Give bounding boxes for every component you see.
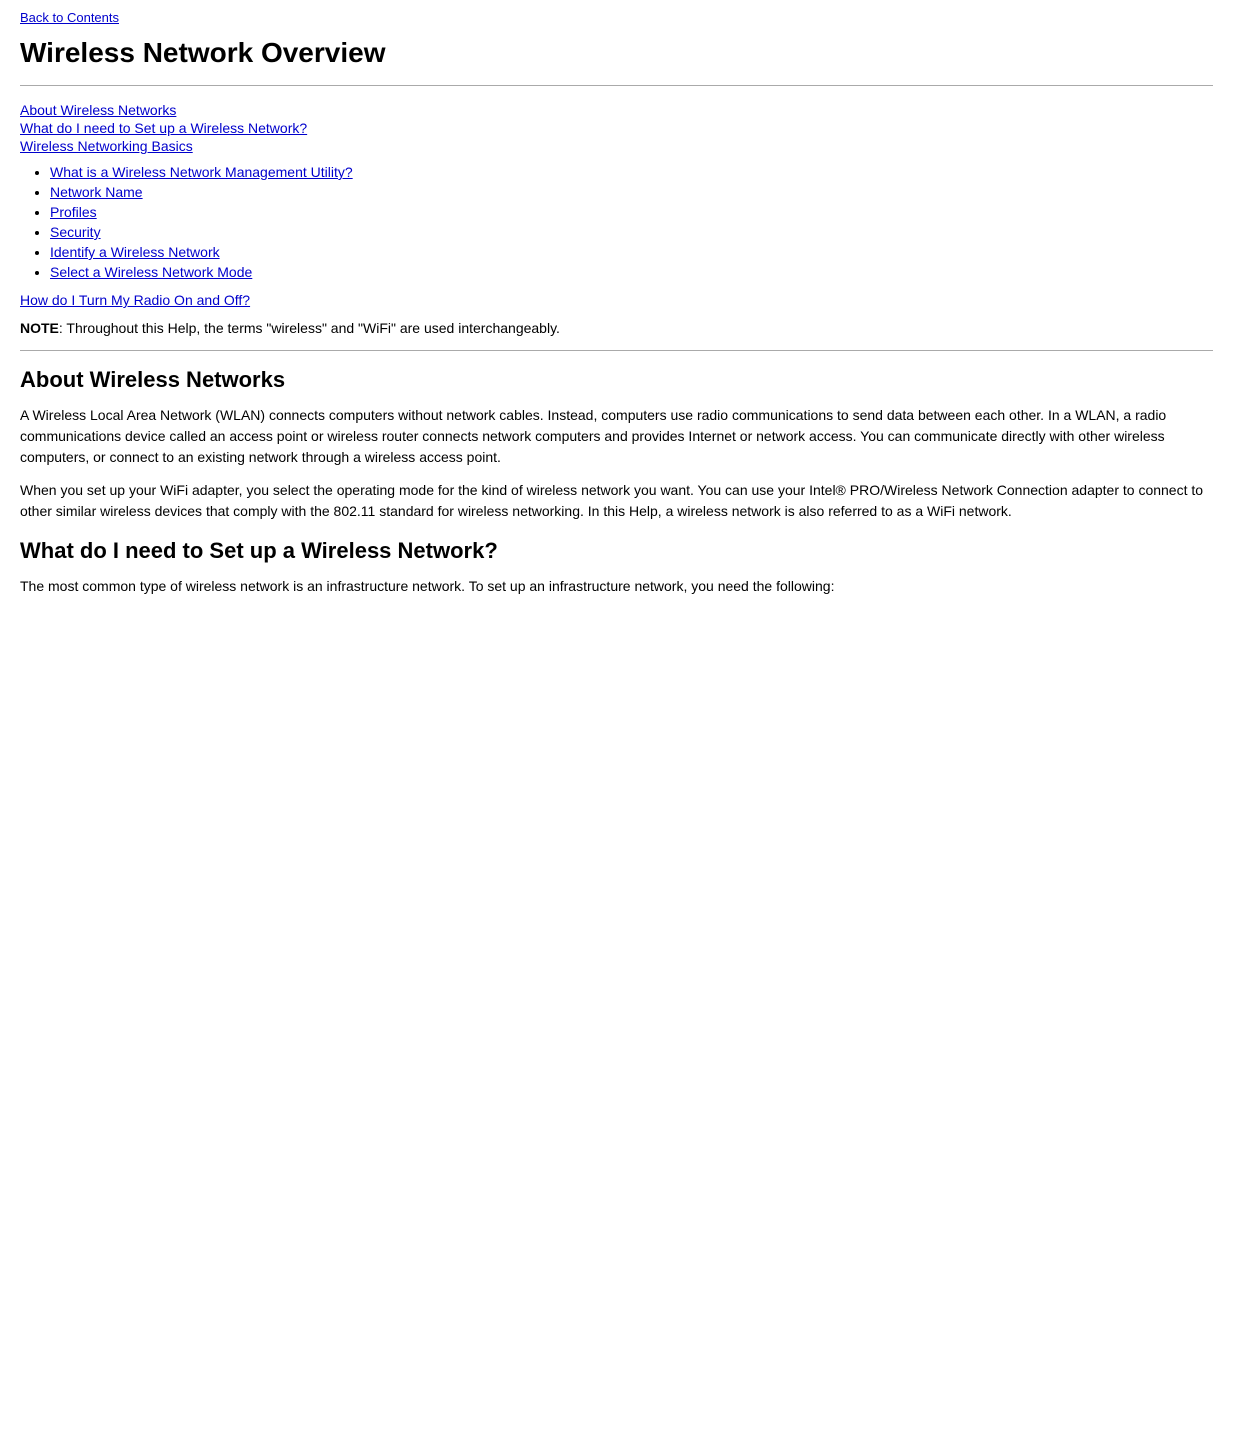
section-title-about: About Wireless Networks xyxy=(20,367,1213,393)
toc-link-about[interactable]: About Wireless Networks xyxy=(20,102,1213,118)
back-to-contents-link[interactable]: Back to Contents xyxy=(20,10,1213,25)
about-paragraph-1: A Wireless Local Area Network (WLAN) con… xyxy=(20,405,1213,468)
middle-divider xyxy=(20,350,1213,351)
setup-paragraph-1: The most common type of wireless network… xyxy=(20,576,1213,597)
toc-link-utility[interactable]: What is a Wireless Network Management Ut… xyxy=(50,164,353,180)
toc-link-basics[interactable]: Wireless Networking Basics xyxy=(20,138,1213,154)
how-do-link[interactable]: How do I Turn My Radio On and Off? xyxy=(20,292,250,308)
toc-link-profiles[interactable]: Profiles xyxy=(50,204,97,220)
list-item-profiles: Profiles xyxy=(50,204,1213,220)
toc-link-security[interactable]: Security xyxy=(50,224,101,240)
list-item-networkname: Network Name xyxy=(50,184,1213,200)
toc-link-identify[interactable]: Identify a Wireless Network xyxy=(50,244,220,260)
note-paragraph: NOTE: Throughout this Help, the terms "w… xyxy=(20,320,1213,336)
toc-link-mode[interactable]: Select a Wireless Network Mode xyxy=(50,264,252,280)
note-label: NOTE xyxy=(20,320,59,336)
list-item-mode: Select a Wireless Network Mode xyxy=(50,264,1213,280)
list-item-utility: What is a Wireless Network Management Ut… xyxy=(50,164,1213,180)
about-paragraph-2: When you set up your WiFi adapter, you s… xyxy=(20,480,1213,522)
section-title-setup: What do I need to Set up a Wireless Netw… xyxy=(20,538,1213,564)
toc-link-networkname[interactable]: Network Name xyxy=(50,184,143,200)
toc-link-setup[interactable]: What do I need to Set up a Wireless Netw… xyxy=(20,120,1213,136)
list-item-security: Security xyxy=(50,224,1213,240)
page-title: Wireless Network Overview xyxy=(20,37,1213,69)
toc-top-links: About Wireless Networks What do I need t… xyxy=(20,102,1213,154)
list-item-identify: Identify a Wireless Network xyxy=(50,244,1213,260)
top-divider xyxy=(20,85,1213,86)
how-do-section: How do I Turn My Radio On and Off? xyxy=(20,292,1213,308)
note-text: : Throughout this Help, the terms "wirel… xyxy=(59,320,560,336)
toc-bullet-list: What is a Wireless Network Management Ut… xyxy=(50,164,1213,280)
